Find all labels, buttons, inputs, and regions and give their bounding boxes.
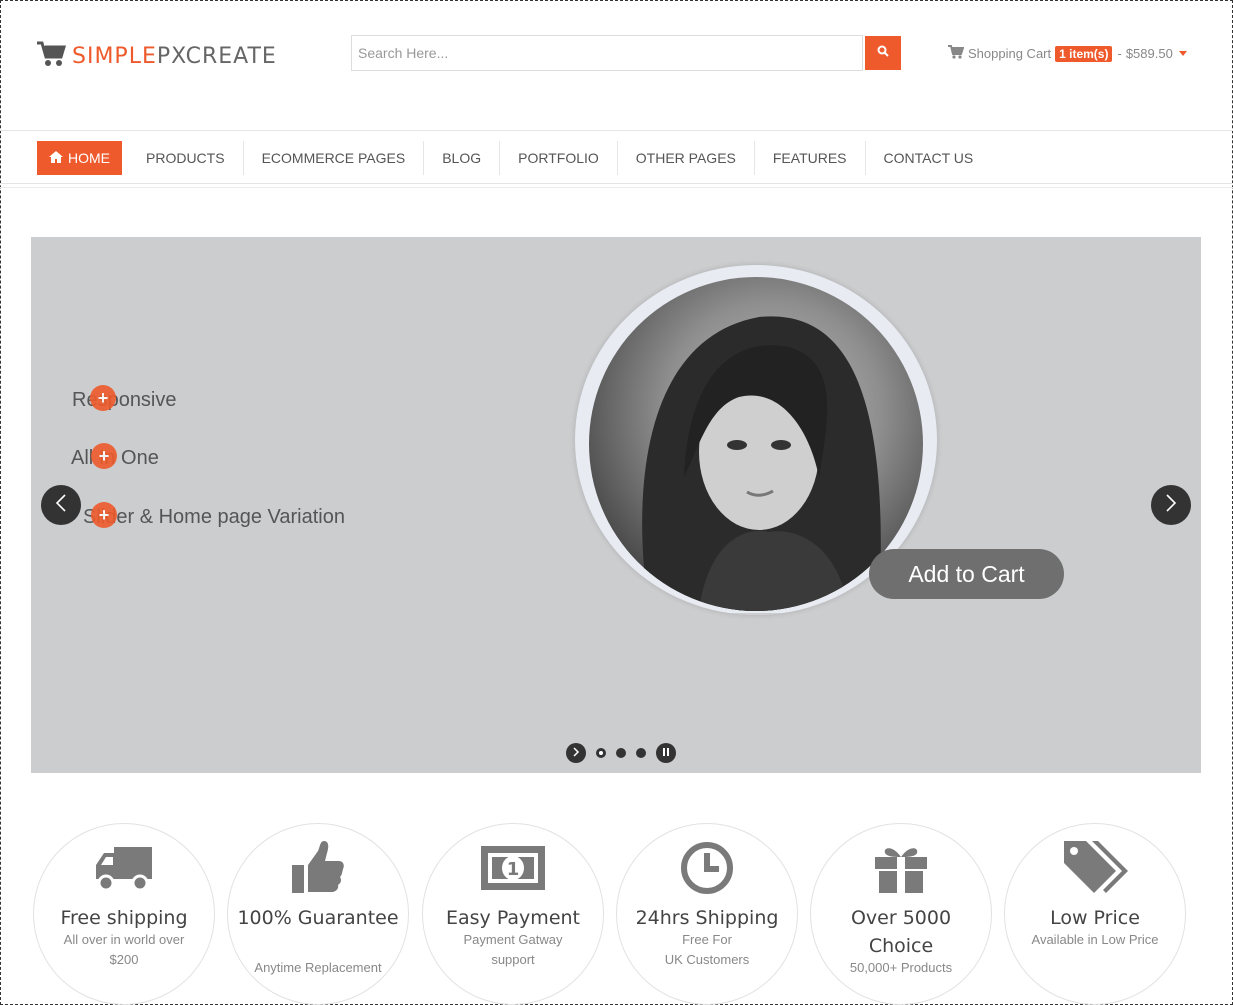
main-navigation: HOME PRODUCTS ECOMMERCE PAGES BLOG PORTF… xyxy=(0,130,1233,184)
feature-list: Free shipping All over in world over $20… xyxy=(33,823,1193,1005)
frame-bottom-cut xyxy=(575,613,937,615)
cart-label: Shopping Cart xyxy=(968,46,1052,61)
gift-icon xyxy=(811,838,991,898)
cart-count-badge: 1 item(s) xyxy=(1055,45,1113,62)
nav-label: ECOMMERCE PAGES xyxy=(261,150,406,166)
cart-small-icon xyxy=(948,45,965,62)
slider-play-button[interactable] xyxy=(566,743,586,763)
feature-subtitle: support xyxy=(491,952,535,967)
feature-subtitle: Anytime Replacement xyxy=(254,960,382,975)
feature-subtitle: 50,000+ Products xyxy=(849,960,953,975)
slider-bullet[interactable] xyxy=(596,748,606,758)
cart-icon xyxy=(36,40,67,73)
svg-text:1: 1 xyxy=(507,859,520,880)
feature-title: Easy Payment xyxy=(445,907,580,929)
nav-item-features[interactable]: FEATURES xyxy=(755,141,866,175)
logo-text: SIMPLEPXCREATE xyxy=(72,44,277,69)
search-input[interactable] xyxy=(351,35,863,71)
site-header: SIMPLEPXCREATE Shopping Cart 1 item(s) -… xyxy=(0,0,1233,130)
home-icon xyxy=(49,150,68,166)
nav-label: PORTFOLIO xyxy=(518,150,599,166)
clock-icon xyxy=(617,838,797,898)
feature-subtitle: $200 xyxy=(109,952,139,967)
nav-item-portfolio[interactable]: PORTFOLIO xyxy=(500,141,618,175)
plus-icon[interactable]: + xyxy=(90,385,116,411)
cart-total: $589.50 xyxy=(1125,46,1173,61)
feature-subtitle: Payment Gatway xyxy=(463,932,563,947)
nav-label: BLOG xyxy=(442,150,482,166)
nav-label: HOME xyxy=(68,150,110,166)
nav-item-ecommerce-pages[interactable]: ECOMMERCE PAGES xyxy=(244,141,425,175)
feature-over-5000-choice: Over 5000 Choice 50,000+ Products xyxy=(810,823,992,1005)
add-to-cart-button[interactable]: Add to Cart xyxy=(869,549,1064,599)
chevron-right-icon xyxy=(1165,493,1177,518)
thumbs-up-icon xyxy=(228,838,408,898)
search-bar xyxy=(351,35,901,71)
slider-pause-button[interactable] xyxy=(656,743,676,763)
hero-slider: Responsive + All In One + Slider & Home … xyxy=(31,237,1201,773)
money-icon: 1 xyxy=(423,838,603,898)
nav-item-home[interactable]: HOME xyxy=(37,141,122,175)
nav-label: PRODUCTS xyxy=(146,150,225,166)
slide-caption-1: Responsive xyxy=(72,389,177,411)
nav-item-products[interactable]: PRODUCTS xyxy=(128,141,244,175)
nav-item-other-pages[interactable]: OTHER PAGES xyxy=(618,141,755,175)
caret-down-icon xyxy=(1178,51,1187,56)
slider-pagination xyxy=(561,743,681,763)
nav-label: OTHER PAGES xyxy=(635,150,736,166)
slide-caption-3: Slider & Home page Variation xyxy=(83,506,345,528)
feature-title: Free shipping xyxy=(60,907,188,929)
slider-bullet[interactable] xyxy=(636,748,646,758)
feature-subtitle: All over in world over xyxy=(63,932,185,947)
feature-title: 24hrs Shipping xyxy=(635,907,779,929)
feature-title: 100% Guarantee xyxy=(237,907,399,929)
chevron-left-icon xyxy=(55,493,67,518)
slider-bullet[interactable] xyxy=(616,748,626,758)
plus-icon[interactable]: + xyxy=(91,443,117,469)
slider-prev-button[interactable] xyxy=(41,485,81,525)
feature-subtitle: Free For xyxy=(682,932,732,947)
search-icon xyxy=(877,44,889,62)
feature-easy-payment: 1 Easy Payment Payment Gatway support xyxy=(422,823,604,1005)
nav-label: CONTACT US xyxy=(883,150,974,166)
feature-title: Over 5000 Choice xyxy=(850,907,952,957)
feature-guarantee: 100% Guarantee Anytime Replacement xyxy=(227,823,409,1005)
tags-icon xyxy=(1005,838,1185,898)
nav-item-blog[interactable]: BLOG xyxy=(424,141,501,175)
slider-next-button[interactable] xyxy=(1151,485,1191,525)
feature-subtitle: Available in Low Price xyxy=(1031,932,1159,947)
feature-subtitle: UK Customers xyxy=(664,952,750,967)
feature-title: Low Price xyxy=(1050,907,1140,929)
truck-icon xyxy=(34,838,214,898)
nav-label: FEATURES xyxy=(772,150,847,166)
nav-item-contact-us[interactable]: CONTACT US xyxy=(866,141,992,175)
cart-separator: - xyxy=(1117,46,1122,61)
shopping-cart-dropdown[interactable]: Shopping Cart 1 item(s) - $589.50 xyxy=(948,45,1187,62)
feature-free-shipping: Free shipping All over in world over $20… xyxy=(33,823,215,1005)
search-button[interactable] xyxy=(865,36,901,70)
pause-icon xyxy=(662,744,670,762)
plus-icon[interactable]: + xyxy=(91,502,117,528)
site-logo[interactable]: SIMPLEPXCREATE xyxy=(36,40,277,73)
feature-24hrs-shipping: 24hrs Shipping Free For UK Customers xyxy=(616,823,798,1005)
feature-low-price: Low Price Available in Low Price xyxy=(1004,823,1186,1005)
chevron-right-small-icon xyxy=(572,744,580,762)
nav-divider xyxy=(0,187,1233,188)
